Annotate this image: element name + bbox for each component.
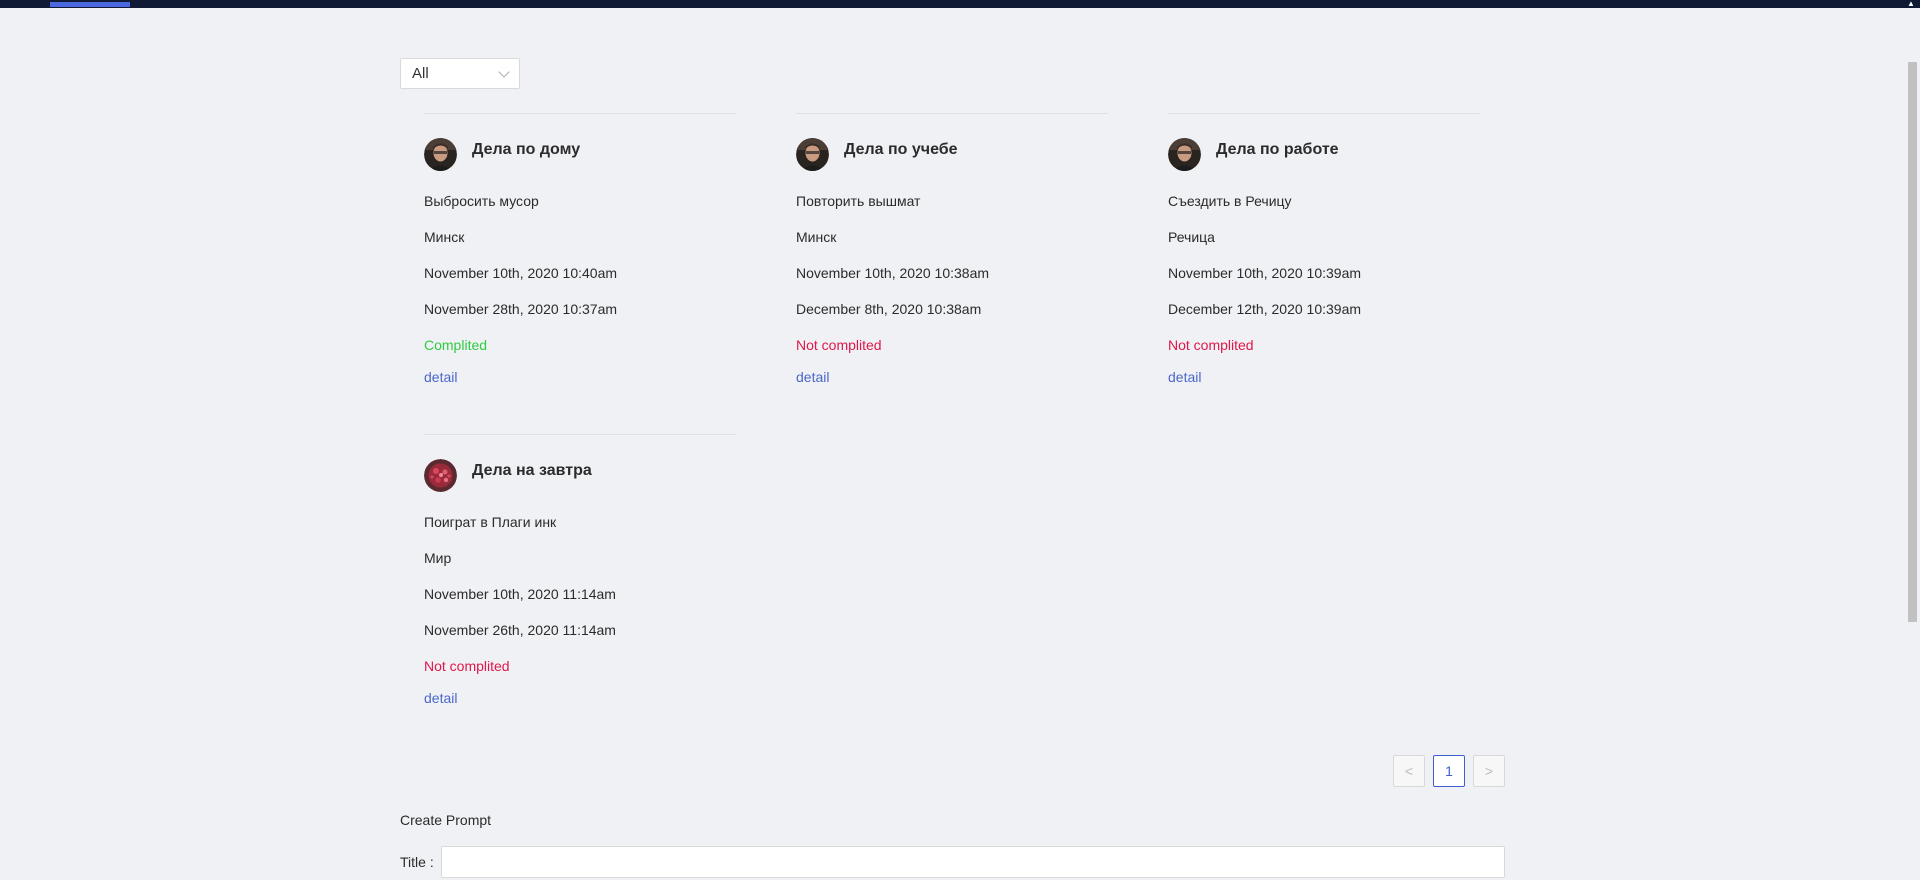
task-due-date: November 28th, 2020 10:37am <box>424 301 618 317</box>
task-text: Выбросить мусор <box>424 193 539 209</box>
detail-link[interactable]: detail <box>1168 369 1201 385</box>
loading-progress-bar <box>50 2 130 7</box>
next-page-button[interactable]: > <box>1473 755 1505 787</box>
title-input[interactable] <box>441 846 1505 878</box>
task-place: Мир <box>424 550 452 566</box>
card-title: Дела на завтра <box>472 462 592 479</box>
task-place: Минск <box>796 229 837 245</box>
task-created-date: November 10th, 2020 10:39am <box>1168 265 1362 281</box>
chevron-left-icon: < <box>1404 763 1414 779</box>
pagination: < 1 > <box>1393 755 1505 787</box>
task-text: Поиграт в Плаги инк <box>424 514 557 530</box>
task-due-date: November 26th, 2020 11:14am <box>424 622 616 638</box>
virus-avatar <box>424 458 457 492</box>
task-card: Дела по работе Съездить в Речицу Речица … <box>1168 113 1480 387</box>
task-card: Дела по учебе Повторить вышмат Минск Nov… <box>796 113 1108 387</box>
card-header: Дела на завтра <box>424 458 736 492</box>
card-title: Дела по работе <box>1216 141 1339 158</box>
card-title: Дела по учебе <box>844 141 958 158</box>
card-header: Дела по учебе <box>796 137 1108 171</box>
scroll-up-icon[interactable]: ▲ <box>1906 0 1916 8</box>
detail-link[interactable]: detail <box>424 690 457 706</box>
scrollbar[interactable] <box>1904 8 1920 880</box>
task-status: Complited <box>424 337 488 353</box>
card-header: Дела по работе <box>1168 137 1480 171</box>
task-created-date: November 10th, 2020 11:14am <box>424 586 616 602</box>
card-header: Дела по дому <box>424 137 736 171</box>
detail-link[interactable]: detail <box>424 369 457 385</box>
task-due-date: December 12th, 2020 10:39am <box>1168 301 1362 317</box>
chevron-down-icon <box>498 65 510 78</box>
task-created-date: November 10th, 2020 10:40am <box>424 265 618 281</box>
page-1-button[interactable]: 1 <box>1433 755 1465 787</box>
detail-link[interactable]: detail <box>796 369 829 385</box>
person-avatar <box>796 137 829 171</box>
task-text: Съездить в Речицу <box>1168 193 1292 209</box>
card-title: Дела по дому <box>472 141 581 158</box>
task-text: Повторить вышмат <box>796 193 921 209</box>
status-filter-value: All <box>412 65 429 82</box>
task-place: Речица <box>1168 229 1215 245</box>
task-status: Not complited <box>1168 337 1254 353</box>
chevron-right-icon: > <box>1484 763 1494 779</box>
task-card: Дела по дому Выбросить мусор Минск Novem… <box>424 113 736 387</box>
top-bar: ▲ <box>0 0 1920 8</box>
person-avatar <box>1168 137 1201 171</box>
task-place: Минск <box>424 229 465 245</box>
person-avatar <box>424 137 457 171</box>
status-filter-select[interactable]: All <box>400 58 520 89</box>
task-status: Not complited <box>796 337 882 353</box>
task-due-date: December 8th, 2020 10:38am <box>796 301 982 317</box>
task-created-date: November 10th, 2020 10:38am <box>796 265 990 281</box>
scrollbar-thumb[interactable] <box>1908 62 1917 622</box>
task-status: Not complited <box>424 658 510 674</box>
create-prompt-heading: Create Prompt <box>400 812 492 828</box>
prev-page-button[interactable]: < <box>1393 755 1425 787</box>
task-card: Дела на завтра Поиграт в Плаги инк Мир N… <box>424 434 736 708</box>
title-label: Title : <box>400 854 434 870</box>
title-form-row: Title : <box>400 846 1505 878</box>
